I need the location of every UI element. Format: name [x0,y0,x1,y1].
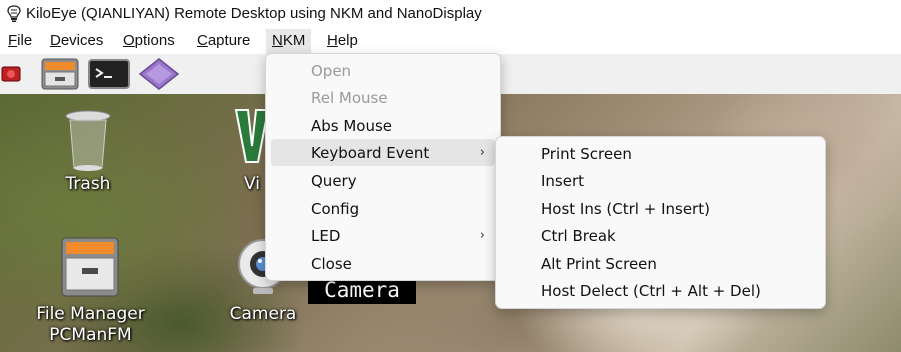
app-logo-icon [7,5,21,22]
kbd-alt-print-screen[interactable]: Alt Print Screen [501,250,820,277]
menu-capture[interactable]: Capture [197,32,250,49]
kbd-ctrl-break[interactable]: Ctrl Break [501,222,820,249]
menu-options[interactable]: Options [123,32,175,49]
menu-nkm[interactable]: NKM [266,29,312,54]
nkm-menu-led[interactable]: LED › [271,222,495,249]
keyboard-event-submenu: Print Screen Insert Host Ins (Ctrl + Ins… [495,136,826,309]
kbd-print-screen[interactable]: Print Screen [501,140,820,167]
nkm-menu-keyboard-event[interactable]: Keyboard Event › [271,139,495,166]
kbd-host-ins[interactable]: Host Ins (Ctrl + Insert) [501,195,820,222]
trash-label: Trash [65,174,111,194]
file-manager-label-line2: PCManFM [49,325,132,345]
title-bar: KiloEye (QIANLIYAN) Remote Desktop using… [0,0,901,29]
nkm-menu-close[interactable]: Close [271,250,495,277]
nkm-menu-rel-mouse[interactable]: Rel Mouse [271,84,495,111]
chevron-right-icon: › [479,228,485,243]
file-manager-label-line1: File Manager [36,304,145,324]
menu-bar: File Devices Options Capture NKM Help [0,29,901,54]
file-manager-label: File Manager PCManFM [18,304,163,346]
menu-file[interactable]: File [8,32,32,49]
menu-devices[interactable]: Devices [50,32,103,49]
chevron-right-icon: › [479,145,485,160]
menu-help[interactable]: Help [327,32,358,49]
camera-desktop-label: Camera [229,304,297,324]
file-cabinet-icon[interactable] [40,58,80,90]
diamond-app-icon[interactable] [138,58,180,90]
window-title: KiloEye (QIANLIYAN) Remote Desktop using… [26,5,482,22]
trash-icon[interactable] [62,106,114,176]
terminal-icon[interactable] [88,58,130,90]
nkm-menu-open[interactable]: Open [271,57,495,84]
nkm-dropdown-menu: Open Rel Mouse Abs Mouse Keyboard Event ›… [265,53,501,281]
file-manager-icon[interactable] [58,236,122,298]
nkm-menu-abs-mouse[interactable]: Abs Mouse [271,112,495,139]
record-icon[interactable] [0,58,24,90]
kbd-host-delect[interactable]: Host Delect (Ctrl + Alt + Del) [501,277,820,304]
kbd-insert[interactable]: Insert [501,167,820,194]
nkm-menu-config[interactable]: Config [271,195,495,222]
nkm-menu-query[interactable]: Query [271,167,495,194]
